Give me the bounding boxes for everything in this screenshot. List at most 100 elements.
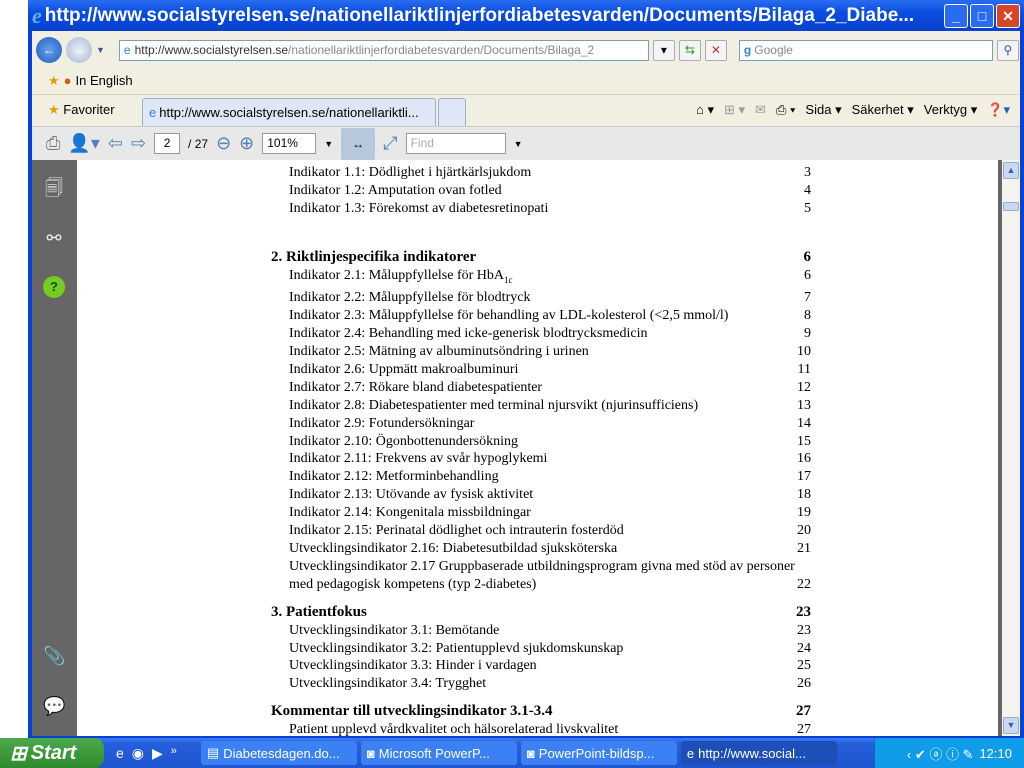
stop-button[interactable]: ✕ bbox=[704, 39, 727, 61]
clock: 12:10 bbox=[979, 745, 1012, 761]
toc-entry[interactable]: Patient upplevd vårdkvalitet och hälsore… bbox=[271, 721, 811, 736]
address-bar[interactable]: e http://www.socialstyrelsen.se/nationel… bbox=[118, 39, 649, 61]
comments-icon[interactable]: 💬 bbox=[43, 696, 65, 718]
task-word[interactable]: ▤ Diabetesdagen.do... bbox=[200, 741, 357, 765]
zoom-in-icon[interactable]: ⊕ bbox=[239, 133, 254, 154]
toc-entry[interactable]: Indikator 1.1: Dödlighet i hjärtkärlsjuk… bbox=[271, 164, 811, 182]
favorites-button[interactable]: ★ Favoriter bbox=[32, 102, 142, 118]
toc-entry[interactable]: Utvecklingsindikator 2.17 Gruppbaserade … bbox=[271, 558, 811, 594]
back-button[interactable]: ← bbox=[36, 37, 62, 63]
task-slideshow[interactable]: ◙ PowerPoint-bildsp... bbox=[520, 741, 677, 765]
toc-entry[interactable]: Indikator 2.10: Ögonbottenundersökning 15 bbox=[271, 433, 811, 451]
toc-entry[interactable]: Indikator 2.14: Kongenitala missbildning… bbox=[271, 504, 811, 522]
toc-entry-title: Indikator 2.6: Uppmätt makroalbuminuri bbox=[289, 361, 519, 377]
feeds-icon[interactable]: ⊞ ▾ bbox=[724, 102, 745, 118]
tray-icons[interactable]: ‹ ✔ ⓐ ⓘ ✎ bbox=[907, 744, 974, 763]
pages-icon[interactable]: 🗐 bbox=[43, 176, 65, 198]
toc-entry[interactable]: Indikator 2.11: Frekvens av svår hypogly… bbox=[271, 450, 811, 468]
previous-page-icon[interactable]: ⇦ bbox=[108, 133, 123, 154]
title-bar: e http://www.socialstyrelsen.se/nationel… bbox=[28, 0, 1024, 31]
toc-entry[interactable]: Indikator 2.7: Rökare bland diabetespati… bbox=[271, 379, 811, 397]
page-number-input[interactable]: 2 bbox=[154, 133, 181, 154]
attachment-icon[interactable]: 📎 bbox=[43, 646, 65, 668]
find-input[interactable]: Find bbox=[405, 133, 506, 154]
ie-quicklaunch-icon[interactable]: e bbox=[116, 745, 124, 762]
zoom-level-select[interactable]: 101% bbox=[262, 133, 317, 154]
add-favorite-icon[interactable]: ★ bbox=[48, 73, 60, 89]
print-icon[interactable]: ⎙ ▾ bbox=[776, 102, 795, 118]
toc-heading[interactable]: 3. Patientfokus 23 bbox=[271, 604, 811, 622]
link-in-english[interactable]: In English bbox=[76, 73, 133, 88]
windows-logo-icon: ⊞ bbox=[10, 742, 27, 765]
toc-heading[interactable]: Kommentar till utvecklingsindikator 3.1-… bbox=[271, 703, 811, 721]
toc-entry[interactable]: Utvecklingsindikator 3.4: Trygghet 26 bbox=[271, 675, 811, 693]
browser-window: e http://www.socialstyrelsen.se/nationel… bbox=[28, 0, 1024, 738]
task-powerpoint[interactable]: ◙ Microsoft PowerP... bbox=[360, 741, 517, 765]
toc-entry[interactable]: Indikator 2.5: Mätning av albuminutsöndr… bbox=[271, 343, 811, 361]
vertical-scrollbar[interactable]: ▲ ▼ bbox=[1002, 160, 1020, 736]
tab-active[interactable]: e http://www.socialstyrelsen.se/nationell… bbox=[142, 98, 436, 126]
scroll-down-button[interactable]: ▼ bbox=[1003, 717, 1019, 734]
toc-entry[interactable]: Utvecklingsindikator 3.2: Patientupplevd… bbox=[271, 640, 811, 658]
help-icon[interactable]: ❓▾ bbox=[987, 102, 1010, 118]
page-menu[interactable]: Sida ▾ bbox=[805, 102, 841, 118]
history-dropdown-icon[interactable]: ▼ bbox=[96, 45, 105, 55]
safety-menu[interactable]: Säkerhet ▾ bbox=[852, 102, 914, 118]
toc-entry[interactable]: Indikator 1.3: Förekomst av diabetesreti… bbox=[271, 200, 811, 218]
maximize-button[interactable]: □ bbox=[970, 4, 994, 28]
zoom-dropdown-icon[interactable]: ▼ bbox=[324, 139, 333, 149]
toc-entry[interactable]: Indikator 1.2: Amputation ovan fotled 4 bbox=[271, 182, 811, 200]
mail-icon[interactable]: ✉ bbox=[755, 102, 766, 118]
toc-entry-title: Indikator 2.10: Ögonbottenundersökning bbox=[289, 433, 519, 449]
fit-page-icon[interactable]: ⤢ bbox=[383, 133, 397, 154]
toc-page-number: 27 bbox=[797, 722, 811, 736]
more-chevron-icon[interactable]: » bbox=[171, 745, 177, 762]
new-tab-button[interactable] bbox=[438, 98, 466, 126]
toc-entry[interactable]: Indikator 2.12: Metforminbehandling 17 bbox=[271, 468, 811, 486]
toc-entry[interactable]: Utvecklingsindikator 3.1: Bemötande 23 bbox=[271, 622, 811, 640]
toc-entry[interactable]: Indikator 2.13: Utövande av fysisk aktiv… bbox=[271, 486, 811, 504]
find-dropdown-icon[interactable]: ▼ bbox=[514, 139, 523, 149]
zoom-out-icon[interactable]: ⊖ bbox=[216, 133, 231, 154]
refresh-button[interactable]: ⇆ bbox=[678, 39, 701, 61]
search-input[interactable]: g Google bbox=[738, 39, 993, 61]
toc-entry[interactable]: Indikator 2.3: Måluppfyllelse för behand… bbox=[271, 307, 811, 325]
scroll-up-button[interactable]: ▲ bbox=[1003, 162, 1019, 179]
toc-entry[interactable]: Indikator 2.4: Behandling med icke-gener… bbox=[271, 325, 811, 343]
fit-width-button[interactable]: ↔ bbox=[341, 127, 376, 160]
toc-entry[interactable]: Utvecklingsindikator 2.16: Diabetesutbil… bbox=[271, 540, 811, 558]
toc-page-number: 23 bbox=[796, 603, 811, 620]
outlook-quicklaunch-icon[interactable]: ◉ bbox=[132, 745, 144, 762]
home-icon[interactable]: ⌂ ▾ bbox=[696, 102, 714, 118]
tools-menu[interactable]: Verktyg ▾ bbox=[924, 102, 978, 118]
toc-heading[interactable]: 2. Riktlinjespecifika indikatorer 6 bbox=[271, 249, 811, 267]
scroll-thumb[interactable] bbox=[1003, 202, 1019, 211]
minimize-button[interactable]: _ bbox=[944, 4, 968, 28]
toc-page-number: 17 bbox=[797, 469, 811, 485]
toc-page-number: 5 bbox=[804, 200, 811, 216]
ie-icon: e bbox=[32, 2, 42, 28]
media-player-quicklaunch-icon[interactable]: ▶ bbox=[152, 745, 163, 762]
binoculars-icon[interactable]: ⚯ bbox=[43, 228, 65, 250]
help-icon[interactable]: ? bbox=[43, 276, 65, 298]
collaborate-icon[interactable]: 👤▾ bbox=[68, 133, 99, 154]
toc-entry-title: Indikator 2.7: Rökare bland diabetespati… bbox=[289, 379, 543, 395]
toc-entry[interactable]: Indikator 2.1: Måluppfyllelse för HbA1c 6 bbox=[271, 267, 811, 290]
search-button[interactable]: ⚲ bbox=[996, 39, 1019, 61]
print-icon[interactable]: ⎙ bbox=[46, 133, 60, 154]
toc-entry[interactable]: Indikator 2.6: Uppmätt makroalbuminuri 11 bbox=[271, 361, 811, 379]
toc-entry[interactable]: Indikator 2.8: Diabetespatienter med ter… bbox=[271, 397, 811, 415]
close-button[interactable]: ✕ bbox=[996, 4, 1020, 28]
toc-entry-title: Indikator 2.1: Måluppfyllelse för HbA bbox=[289, 267, 505, 283]
toc-entry[interactable]: Indikator 2.9: Fotundersökningar 14 bbox=[271, 415, 811, 433]
toc-entry[interactable]: Indikator 2.2: Måluppfyllelse för blodtr… bbox=[271, 289, 811, 307]
task-browser[interactable]: e http://www.social... bbox=[680, 741, 837, 765]
ie-icon: e bbox=[686, 745, 695, 761]
forward-button[interactable]: → bbox=[66, 37, 92, 63]
next-page-icon[interactable]: ⇨ bbox=[131, 133, 146, 154]
toc-section: 2. Riktlinjespecifika indikatorer 6 Indika… bbox=[271, 249, 811, 594]
toc-entry[interactable]: Indikator 2.15: Perinatal dödlighet och … bbox=[271, 522, 811, 540]
address-dropdown-button[interactable]: ▾ bbox=[652, 39, 675, 61]
toc-entry[interactable]: Utvecklingsindikator 3.3: Hinder i varda… bbox=[271, 657, 811, 675]
start-button[interactable]: ⊞ Start bbox=[0, 738, 104, 768]
